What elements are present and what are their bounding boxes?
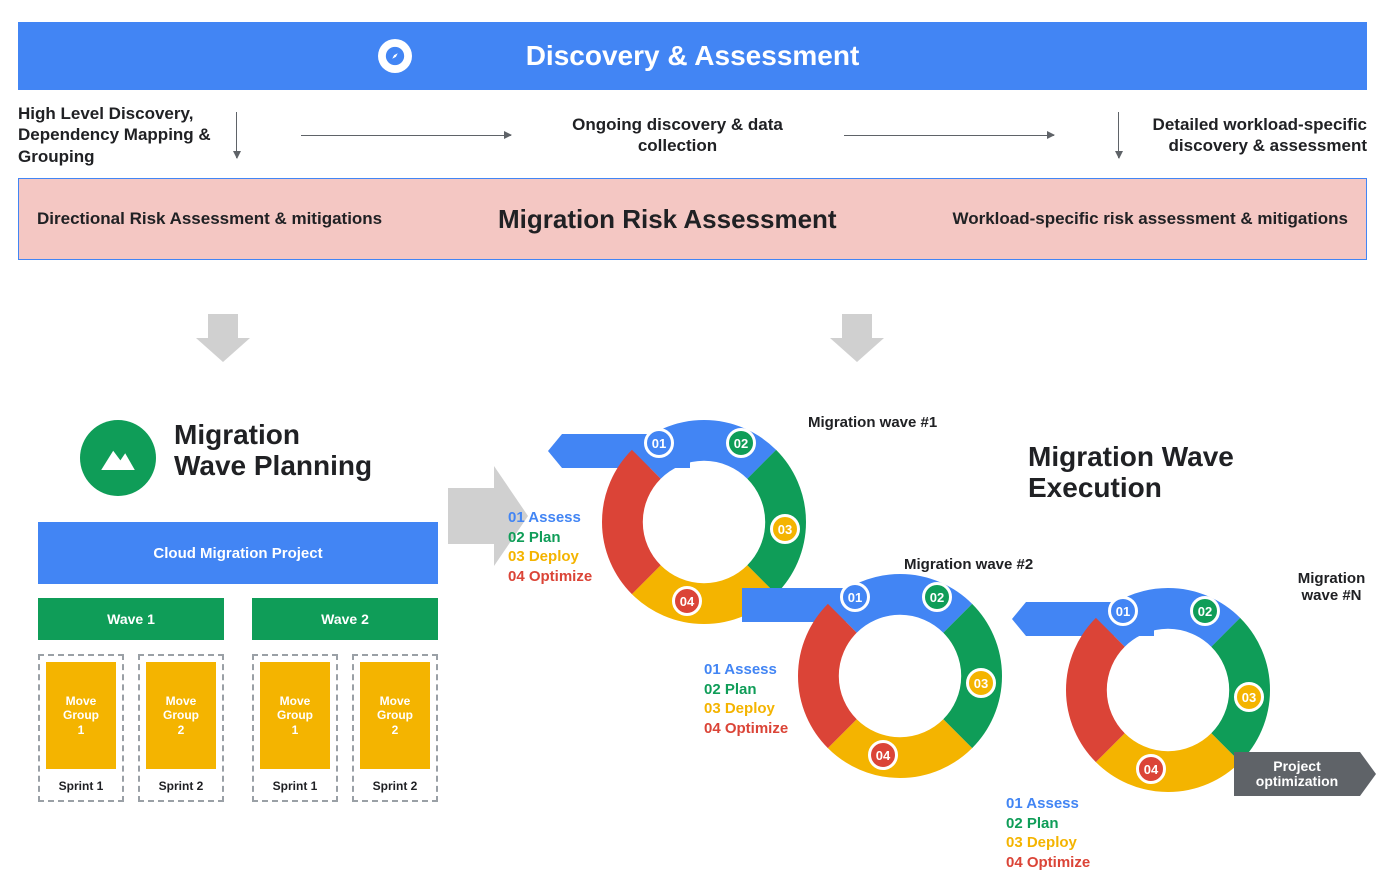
wave-label: Migration wave #2 [904,556,1033,573]
discovery-assessment-header: Discovery & Assessment [18,22,1367,90]
big-down-arrow-icon [830,314,884,364]
wave-donut: 01 02 03 04 [798,574,1002,778]
ribbon-tail-icon [548,434,562,468]
step-badge: 03 [1234,682,1264,712]
legend: 01 Assess 02 Plan 03 Deploy 04 Optimize [1006,794,1090,872]
sprint-label: Sprint 1 [40,772,122,800]
risk-title: Migration Risk Assessment [498,204,837,235]
mountain-icon [80,420,156,496]
down-arrow-icon [236,112,237,158]
right-arrow-icon [301,135,511,136]
step-badge: 04 [868,740,898,770]
wave-bar: Wave 1 [38,598,224,640]
step-badge: 02 [1190,596,1220,626]
sprint-label: Sprint 2 [354,772,436,800]
header-title: Discovery & Assessment [526,40,860,72]
compass-icon [378,39,412,73]
move-group: Move Group 1 [46,662,116,769]
ribbon-tail-icon [1012,602,1026,636]
migration-risk-band: Directional Risk Assessment & mitigation… [18,178,1367,260]
risk-left-label: Directional Risk Assessment & mitigation… [37,209,382,229]
sprint-box: Move Group 2 Sprint 2 [352,654,438,802]
discovery-right-label: Detailed workload-specific discovery & a… [1127,114,1367,157]
step-badge: 04 [672,586,702,616]
step-badge: 04 [1136,754,1166,784]
discovery-flow-row: High Level Discovery, Dependency Mapping… [18,100,1367,170]
execution-title: Migration Wave Execution [1028,442,1234,504]
step-badge: 03 [966,668,996,698]
wave-label: Migration wave #N [1278,570,1385,605]
move-group: Move Group 2 [146,662,216,769]
step-badge: 01 [840,582,870,612]
discovery-center-label: Ongoing discovery & data collection [568,114,788,157]
move-group: Move Group 2 [360,662,430,769]
right-arrow-icon [844,135,1054,136]
legend: 01 Assess 02 Plan 03 Deploy 04 Optimize [508,508,592,586]
project-optimization-label: Project optimization [1234,752,1360,796]
step-badge: 01 [1108,596,1138,626]
project-bar: Cloud Migration Project [38,522,438,584]
wave-label: Migration wave #1 [808,414,937,431]
risk-right-label: Workload-specific risk assessment & miti… [952,209,1348,229]
step-badge: 03 [770,514,800,544]
sprint-box: Move Group 1 Sprint 1 [252,654,338,802]
step-badge: 01 [644,428,674,458]
sprint-box: Move Group 1 Sprint 1 [38,654,124,802]
step-badge: 02 [922,582,952,612]
wave-bar: Wave 2 [252,598,438,640]
legend: 01 Assess 02 Plan 03 Deploy 04 Optimize [704,660,788,738]
big-down-arrow-icon [196,314,250,364]
sprint-box: Move Group 2 Sprint 2 [138,654,224,802]
sprint-label: Sprint 2 [140,772,222,800]
discovery-left-label: High Level Discovery, Dependency Mapping… [18,103,228,167]
sprint-label: Sprint 1 [254,772,336,800]
move-group: Move Group 1 [260,662,330,769]
down-arrow-icon [1118,112,1119,158]
step-badge: 02 [726,428,756,458]
planning-title: Migration Wave Planning [174,420,372,482]
